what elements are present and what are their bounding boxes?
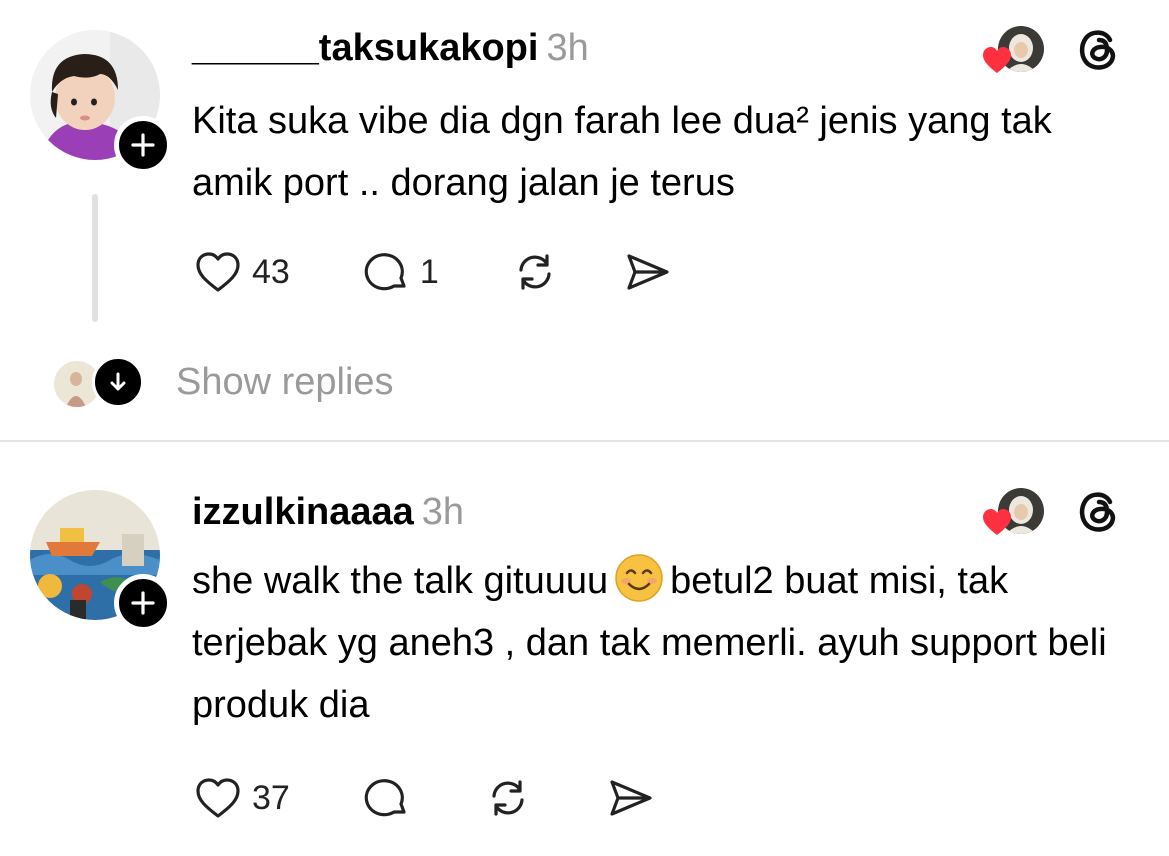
- comment-text: Kita suka vibe dia dgn farah lee dua² je…: [192, 100, 1052, 204]
- comment-text-part-1: she walk the talk gituuuu: [192, 560, 609, 602]
- plus-icon: [131, 133, 155, 157]
- threads-logo-icon[interactable]: [1072, 484, 1126, 538]
- username[interactable]: ______taksukakopi: [192, 27, 538, 69]
- comment-2: izzulkinaaaa 3h she walk the talk gituuuu…: [0, 442, 1169, 856]
- smiling-face-emoji-icon: [615, 554, 663, 602]
- repost-button[interactable]: [509, 246, 561, 298]
- reply-button[interactable]: [360, 772, 412, 824]
- show-replies-button[interactable]: Show replies: [52, 356, 394, 409]
- repost-icon: [492, 780, 524, 816]
- repost-icon: [519, 254, 551, 290]
- creator-liked-indicator: [983, 488, 1044, 535]
- comment-1: ______taksukakopi 3h Kita suka vibe dia d…: [0, 0, 1169, 440]
- send-icon: [610, 780, 652, 816]
- heart-filled-icon: [983, 47, 1011, 73]
- like-button[interactable]: 37: [192, 772, 290, 824]
- send-icon: [627, 254, 669, 290]
- reply-button[interactable]: 1: [360, 246, 439, 298]
- share-button[interactable]: [604, 772, 656, 824]
- heart-filled-icon: [983, 509, 1011, 535]
- comment-header: izzulkinaaaa 3h: [192, 492, 464, 532]
- comment-header: ______taksukakopi 3h: [192, 28, 589, 68]
- action-bar: 37: [192, 768, 656, 828]
- speech-bubble-icon: [364, 253, 406, 291]
- action-bar: 43 1: [192, 242, 673, 302]
- show-replies-label: Show replies: [176, 360, 394, 403]
- like-count: 43: [252, 252, 290, 291]
- plus-icon: [131, 591, 155, 615]
- like-count: 37: [252, 778, 290, 817]
- heart-outline-icon: [196, 778, 240, 818]
- comment-text: she walk the talk gituuuu betul2 buat mis…: [192, 550, 1137, 736]
- share-button[interactable]: [621, 246, 673, 298]
- threads-logo-icon[interactable]: [1072, 22, 1126, 76]
- repost-button[interactable]: [482, 772, 534, 824]
- reply-count: 1: [419, 252, 439, 291]
- creator-liked-indicator: [983, 26, 1044, 73]
- heart-outline-icon: [196, 252, 240, 292]
- like-button[interactable]: 43: [192, 246, 290, 298]
- thread-line: [92, 194, 98, 322]
- speech-bubble-icon: [364, 779, 406, 817]
- arrow-down-icon: [92, 356, 144, 408]
- username[interactable]: izzulkinaaaa: [192, 491, 414, 533]
- timestamp: 3h: [546, 27, 589, 69]
- timestamp: 3h: [421, 491, 465, 533]
- follow-plus-button[interactable]: [114, 116, 172, 174]
- follow-plus-button[interactable]: [114, 574, 172, 632]
- reply-avatars: [52, 356, 144, 409]
